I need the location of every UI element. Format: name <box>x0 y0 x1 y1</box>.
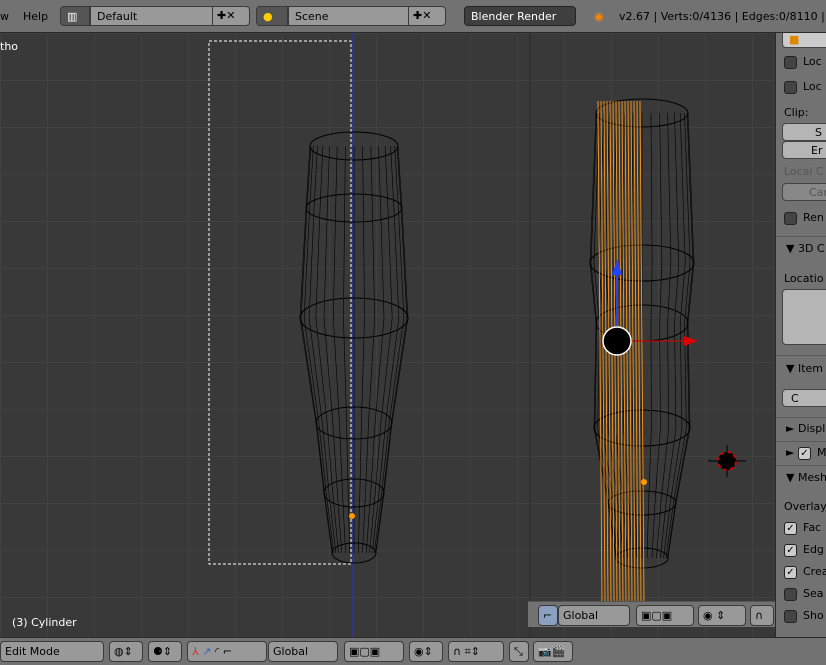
proportional-edit-select[interactable]: ◉ ⇕ <box>698 605 746 626</box>
info-header: w Help ▥ Default ✚✕ ● Scene ✚✕ Blender R… <box>0 0 826 33</box>
lock-row: Loc <box>784 80 822 94</box>
checkbox[interactable] <box>784 609 797 623</box>
scene-field[interactable]: Scene <box>288 6 410 26</box>
render-engine-select[interactable]: Blender Render <box>464 6 576 26</box>
location-fields[interactable] <box>782 289 826 345</box>
select-mode-buttons[interactable]: ▣▢▣ <box>636 605 694 626</box>
overlays-label: Overlay <box>784 500 826 513</box>
render-row: Ren <box>784 211 824 225</box>
lock-row: Loc <box>784 55 822 69</box>
occlusion-icon[interactable]: ⤡ <box>509 641 529 662</box>
clip-label: Clip: <box>784 106 809 119</box>
menu-help[interactable]: Help <box>23 10 48 23</box>
mesh-display-header[interactable]: ▼ Mesh <box>776 465 826 495</box>
overlay-item[interactable]: ✓ Fac <box>784 521 821 535</box>
snap-buttons[interactable]: ∩ ⌗⇕ <box>448 641 504 662</box>
overlay-item[interactable]: Sho <box>784 609 824 623</box>
select-mode-buttons[interactable]: ▣▢▣ <box>344 641 404 662</box>
overlay-item[interactable]: Sea <box>784 587 824 601</box>
menu-window[interactable]: w <box>0 10 9 23</box>
3d-viewport[interactable]: tho (3) Cylinder ⌐ Global ▣▢▣ ◉ ⇕ ∩ <box>0 33 775 637</box>
mesh-wireframe <box>208 33 746 637</box>
scene-stats: v2.67 | Verts:0/4136 | Edges:0/8110 | Fa <box>619 10 826 23</box>
render-buttons[interactable]: 📷🎬 <box>533 641 573 662</box>
checkbox[interactable]: ✓ <box>784 543 797 557</box>
object-label: (3) Cylinder <box>12 616 77 629</box>
proportional-edit-select[interactable]: ◉⇕ <box>409 641 443 662</box>
properties-sidebar: ■ Loc Loc Clip: S Er Local C Cam Ren ▼ 3… <box>775 33 826 637</box>
clip-start-field[interactable]: S <box>782 123 826 141</box>
x-arrow-head <box>684 336 698 346</box>
scene-add-remove[interactable]: ✚✕ <box>408 6 446 26</box>
3d-cursor-header[interactable]: ▼ 3D C <box>776 236 826 266</box>
item-header[interactable]: ▼ Item <box>776 355 826 385</box>
pivot-select[interactable]: ⚈⇕ <box>148 641 182 662</box>
checkbox[interactable]: ✓ <box>784 521 797 535</box>
orientation-select[interactable]: Global <box>558 605 630 626</box>
checkbox[interactable] <box>784 587 797 601</box>
mini-header: ⌐ Global ▣▢▣ ◉ ⇕ ∩ <box>528 601 775 627</box>
orientation-select[interactable]: Global <box>268 641 338 662</box>
clip-end-field[interactable]: Er <box>782 141 826 159</box>
overlay-item[interactable]: ✓ Edg <box>784 543 824 557</box>
layout-field[interactable]: Default <box>90 6 230 26</box>
object-icon[interactable]: ■ <box>782 33 826 48</box>
location-label: Locatio <box>784 272 824 285</box>
manipulator-buttons[interactable]: ⅄ ↗ ◜ ⌐ <box>187 641 267 662</box>
local-camera-label: Local C <box>784 165 824 178</box>
m-header[interactable]: ► ✓ M <box>776 441 826 467</box>
scene-icon[interactable]: ● <box>256 6 288 26</box>
layout-icon[interactable]: ▥ <box>60 6 90 26</box>
viewport-shading-select[interactable]: ◍⇕ <box>109 641 143 662</box>
layout-add-remove[interactable]: ✚✕ <box>212 6 250 26</box>
scale-manipulator-icon[interactable]: ⌐ <box>538 605 558 626</box>
blender-logo-icon: ◉ <box>594 10 604 23</box>
mode-select[interactable]: Edit Mode <box>0 641 104 662</box>
display-header[interactable]: ► Displ <box>776 417 826 443</box>
3d-view-header: Edit Mode ◍⇕ ⚈⇕ ⅄ ↗ ◜ ⌐ Global ▣▢▣ ◉⇕ ∩ … <box>0 637 826 665</box>
snap-icon[interactable]: ∩ <box>750 605 774 626</box>
item-name-field[interactable]: C <box>782 389 826 407</box>
checkbox[interactable]: ✓ <box>784 565 797 579</box>
overlay-item[interactable]: ✓ Crea <box>784 565 826 579</box>
camera-field[interactable]: Cam <box>782 183 826 201</box>
manipulator-circle <box>602 326 632 356</box>
box-select-rect <box>208 40 352 565</box>
